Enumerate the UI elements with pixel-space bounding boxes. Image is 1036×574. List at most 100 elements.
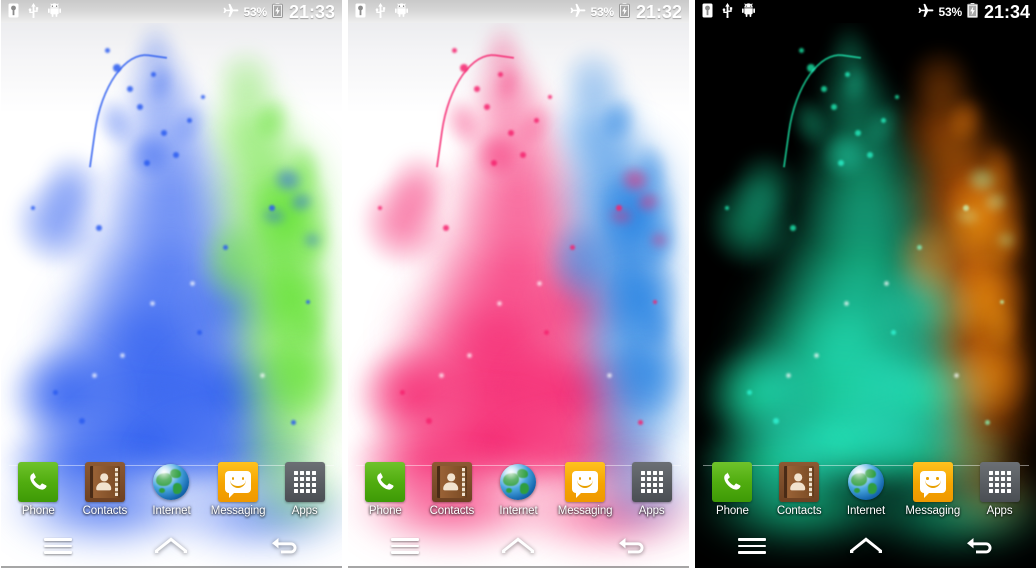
dock-item-label: Apps xyxy=(638,505,665,517)
status-bar-left-icons xyxy=(8,2,61,21)
dock-item-label: Apps xyxy=(986,505,1013,517)
apps-grid-icon xyxy=(631,462,672,502)
airplane-mode-icon xyxy=(569,3,586,21)
dock-item-internet[interactable]: Internet xyxy=(141,462,201,517)
dock-item-phone[interactable]: Phone xyxy=(702,462,762,517)
sim-card-icon xyxy=(8,3,19,21)
dock-item-label: Internet xyxy=(152,505,191,517)
menu-icon xyxy=(390,538,419,554)
dock-item-messaging[interactable]: Messaging xyxy=(903,462,963,517)
menu-icon xyxy=(738,538,766,554)
dock-item-label: Phone xyxy=(368,505,402,517)
dock-item-phone[interactable]: Phone xyxy=(8,462,68,517)
contacts-icon xyxy=(84,462,125,502)
status-bar: 53% 21:32 xyxy=(348,0,689,23)
back-button[interactable] xyxy=(600,529,664,563)
screen-green-orange: 53% 21:34 Phone Contacts Internet Messaging… xyxy=(695,0,1036,568)
screen-pink-blue: 53% 21:32 Phone Contacts Internet Messaging… xyxy=(348,0,689,568)
dock-item-contacts[interactable]: Contacts xyxy=(769,462,829,517)
battery-charging-icon xyxy=(271,2,283,21)
navigation-bar xyxy=(1,524,342,568)
messaging-icon xyxy=(218,462,259,502)
navigation-bar xyxy=(695,524,1036,568)
dock-item-label: Internet xyxy=(846,505,886,517)
back-button[interactable] xyxy=(948,529,1012,563)
dock-item-messaging[interactable]: Messaging xyxy=(208,462,268,517)
sim-card-icon xyxy=(355,3,366,21)
status-bar-clock: 21:33 xyxy=(288,1,335,22)
dock-item-label: Messaging xyxy=(557,505,613,517)
airplane-mode-icon xyxy=(917,3,934,21)
internet-globe-icon xyxy=(151,462,191,502)
back-button[interactable] xyxy=(253,529,317,563)
status-bar: 53% 21:34 xyxy=(695,0,1036,23)
apps-grid-icon xyxy=(284,462,325,502)
screenshot-gallery: 53% 21:33 Phone Contacts Internet Messaging… xyxy=(0,0,1036,574)
battery-percent-label: 53% xyxy=(590,4,615,19)
phone-icon xyxy=(18,462,59,502)
status-bar-left-icons xyxy=(702,2,755,21)
dock-item-label: Contacts xyxy=(776,505,822,517)
home-icon xyxy=(500,532,536,561)
battery-charging-icon xyxy=(966,2,978,21)
contacts-icon xyxy=(779,462,820,502)
dock-item-label: Phone xyxy=(21,505,55,517)
usb-icon xyxy=(28,2,39,21)
apps-grid-icon xyxy=(979,462,1020,502)
dock-item-label: Messaging xyxy=(210,505,266,517)
dock-item-phone[interactable]: Phone xyxy=(355,462,415,517)
sim-card-icon xyxy=(702,3,713,21)
menu-button[interactable] xyxy=(26,529,90,563)
status-bar-clock: 21:34 xyxy=(983,1,1030,22)
dock-item-contacts[interactable]: Contacts xyxy=(422,462,482,517)
home-icon xyxy=(153,532,189,561)
internet-globe-icon xyxy=(846,462,886,502)
messaging-icon xyxy=(912,462,953,502)
dock-item-label: Phone xyxy=(716,505,749,517)
phone-bottom-edge xyxy=(348,566,689,568)
back-icon xyxy=(614,532,650,561)
status-bar-right: 53% 21:34 xyxy=(917,1,1030,22)
screen-blue-green: 53% 21:33 Phone Contacts Internet Messaging… xyxy=(1,0,342,568)
menu-button[interactable] xyxy=(373,529,437,563)
dock-item-label: Contacts xyxy=(82,505,128,517)
battery-percent-label: 53% xyxy=(938,4,963,19)
status-bar-clock: 21:32 xyxy=(635,1,682,22)
phone-bottom-edge xyxy=(1,566,342,568)
dock: Phone Contacts Internet Messaging Apps xyxy=(695,462,1036,524)
status-bar-right: 53% 21:33 xyxy=(222,1,335,22)
contacts-icon xyxy=(431,462,472,502)
dock-item-messaging[interactable]: Messaging xyxy=(555,462,615,517)
phone-icon xyxy=(365,462,406,502)
home-button[interactable] xyxy=(139,529,203,563)
android-bug-icon xyxy=(48,3,61,20)
home-button[interactable] xyxy=(486,529,550,563)
dock-item-apps[interactable]: Apps xyxy=(970,462,1030,517)
dock-item-label: Internet xyxy=(499,505,538,517)
dock: Phone Contacts Internet Messaging Apps xyxy=(348,462,689,524)
status-bar: 53% 21:33 xyxy=(1,0,342,23)
usb-icon xyxy=(722,2,733,21)
dock-item-apps[interactable]: Apps xyxy=(275,462,335,517)
back-icon xyxy=(267,532,303,561)
android-bug-icon xyxy=(395,3,408,20)
phone-bottom-edge xyxy=(695,566,1036,568)
android-bug-icon xyxy=(742,3,755,20)
battery-charging-icon xyxy=(618,2,630,21)
dock-item-internet[interactable]: Internet xyxy=(836,462,896,517)
battery-percent-label: 53% xyxy=(243,4,268,19)
messaging-icon xyxy=(565,462,606,502)
dock: Phone Contacts Internet Messaging Apps xyxy=(1,462,342,524)
dock-item-label: Messaging xyxy=(905,505,961,517)
dock-item-label: Apps xyxy=(291,505,318,517)
dock-item-contacts[interactable]: Contacts xyxy=(75,462,135,517)
back-icon xyxy=(962,532,998,561)
menu-icon xyxy=(43,538,72,554)
airplane-mode-icon xyxy=(222,3,239,21)
dock-item-label: Contacts xyxy=(429,505,475,517)
menu-button[interactable] xyxy=(720,529,784,563)
dock-item-internet[interactable]: Internet xyxy=(488,462,548,517)
dock-item-apps[interactable]: Apps xyxy=(622,462,682,517)
home-button[interactable] xyxy=(834,529,898,563)
navigation-bar xyxy=(348,524,689,568)
